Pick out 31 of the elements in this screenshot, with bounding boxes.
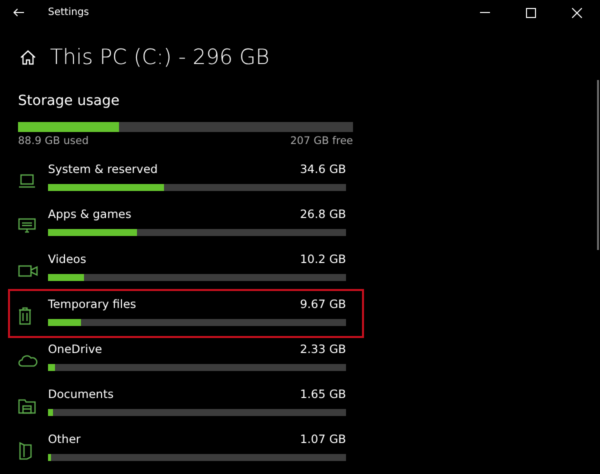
category-size: 9.67 GB: [300, 297, 346, 311]
section-heading: Storage usage: [18, 93, 120, 109]
category-name[interactable]: Temporary files: [48, 297, 136, 311]
category-size: 1.07 GB: [300, 432, 346, 446]
monitor-keyboard-icon: [18, 218, 36, 233]
category-size: 2.33 GB: [300, 342, 346, 356]
category-name[interactable]: OneDrive: [48, 342, 102, 356]
category-name[interactable]: Documents: [48, 387, 114, 401]
used-label: 88.9 GB used: [18, 135, 89, 147]
category-name[interactable]: Other: [48, 432, 81, 446]
folder-icon: [18, 398, 36, 414]
category-name[interactable]: Videos: [48, 252, 86, 266]
category-size: 34.6 GB: [300, 162, 346, 176]
back-arrow-icon[interactable]: [12, 8, 24, 17]
close-icon[interactable]: [572, 8, 582, 18]
category-size: 10.2 GB: [300, 252, 346, 266]
page-title: This PC (C:) - 296 GB: [50, 45, 270, 69]
free-label: 207 GB free: [290, 135, 353, 147]
category-name[interactable]: System & reserved: [48, 162, 158, 176]
cloud-icon: [18, 354, 38, 366]
video-camera-icon: [18, 264, 38, 276]
window-title: Settings: [48, 7, 90, 18]
trash-icon: [18, 306, 32, 324]
category-name[interactable]: Apps & games: [48, 207, 132, 221]
device-icon: [18, 442, 32, 460]
scrollbar[interactable]: [597, 80, 599, 250]
laptop-icon: [18, 174, 36, 188]
maximize-icon[interactable]: [526, 8, 536, 18]
category-size: 1.65 GB: [300, 387, 346, 401]
category-size: 26.8 GB: [300, 207, 346, 221]
home-icon[interactable]: [20, 50, 36, 64]
